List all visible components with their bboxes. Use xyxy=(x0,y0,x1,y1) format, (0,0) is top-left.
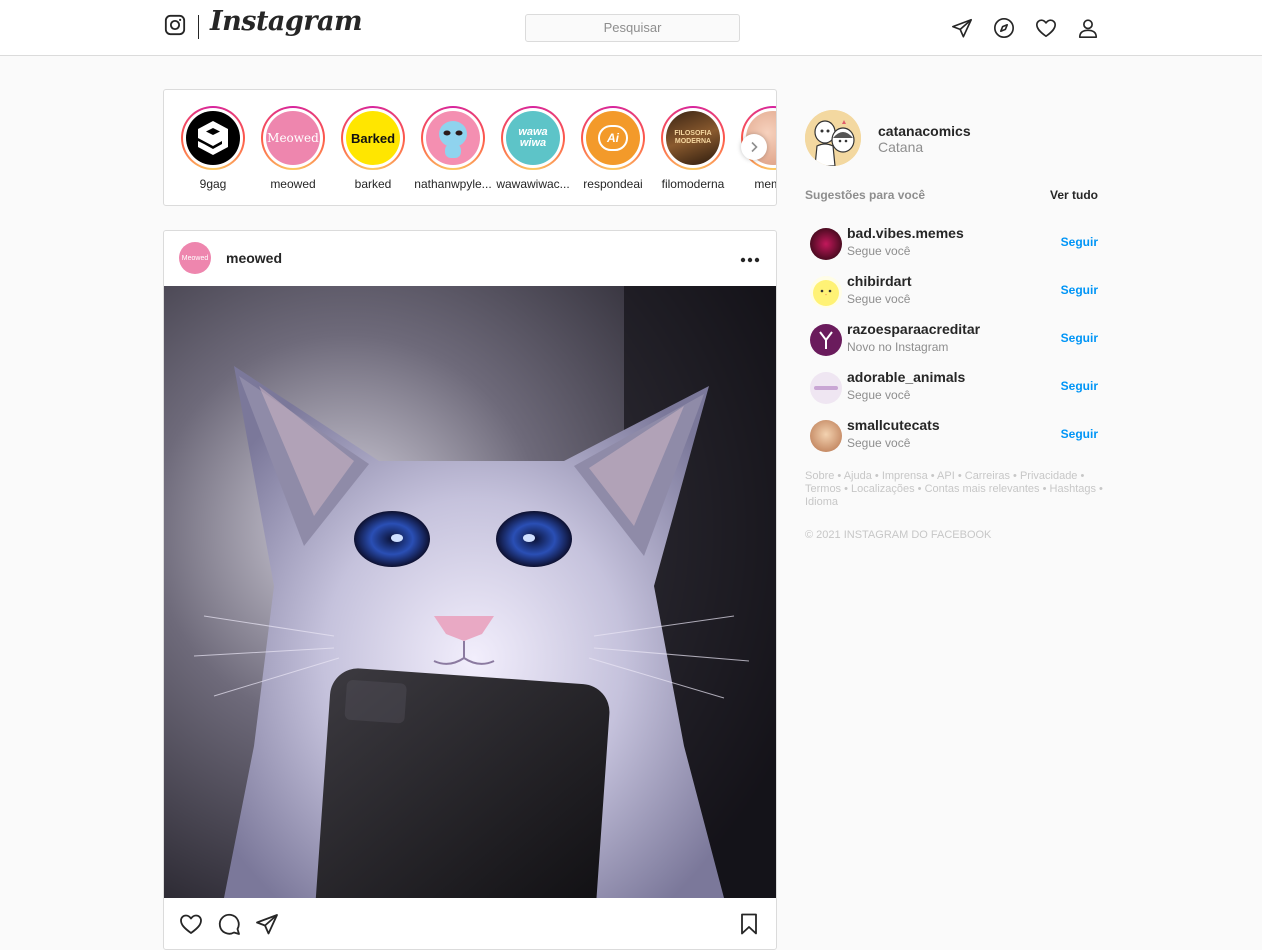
suggestion-avatar[interactable] xyxy=(810,372,842,404)
footer-link[interactable]: Imprensa xyxy=(882,470,928,482)
footer-link[interactable]: Ajuda xyxy=(844,470,872,482)
footer-link[interactable]: Hashtags xyxy=(1050,483,1096,495)
9gag-logo-icon xyxy=(198,121,228,155)
footer-link[interactable]: Privacidade xyxy=(1020,470,1077,482)
profile-icon[interactable] xyxy=(1077,17,1099,39)
stories-tray: 9gag Meowed meowed Barked barked nathanw… xyxy=(163,89,777,206)
activity-heart-icon[interactable] xyxy=(1035,17,1057,39)
story-item[interactable]: FILOSOFIA MODERNA filomoderna xyxy=(653,106,733,191)
footer-link[interactable]: Carreiras xyxy=(965,470,1010,482)
feed-post: Meowed meowed xyxy=(163,230,777,950)
suggestion-row: chibirdart Segue você Seguir xyxy=(805,273,1098,313)
story-avatar: FILOSOFIA MODERNA xyxy=(666,111,720,165)
story-item[interactable]: Barked barked xyxy=(333,106,413,191)
story-username: meowed xyxy=(270,177,316,191)
suggestion-subtitle: Novo no Instagram xyxy=(847,340,949,354)
story-username: respondeai xyxy=(583,177,643,191)
chick-illustration xyxy=(813,280,839,306)
save-bookmark-icon[interactable] xyxy=(737,912,761,936)
catana-avatar-illustration xyxy=(805,110,861,166)
story-item[interactable]: wawa wiwa wawawiwac... xyxy=(493,106,573,191)
story-item[interactable]: Ai respondeai xyxy=(573,106,653,191)
suggestion-row: adorable_animals Segue você Seguir xyxy=(805,369,1098,409)
footer-link[interactable]: Sobre xyxy=(805,470,834,482)
suggestion-avatar[interactable] xyxy=(810,276,842,308)
current-user-username[interactable]: catanacomics xyxy=(878,123,971,139)
footer-link[interactable]: Idioma xyxy=(805,496,838,508)
comment-icon[interactable] xyxy=(217,912,241,936)
suggestion-avatar[interactable] xyxy=(810,228,842,260)
follow-button[interactable]: Seguir xyxy=(1061,379,1098,393)
chevron-right-icon xyxy=(751,141,758,153)
suggestion-subtitle: Segue você xyxy=(847,292,911,306)
story-avatar: Barked xyxy=(346,111,400,165)
share-icon[interactable] xyxy=(255,912,279,936)
instagram-glyph-icon[interactable] xyxy=(164,14,186,36)
suggestion-username[interactable]: bad.vibes.memes xyxy=(847,225,964,241)
story-username: memer xyxy=(754,177,776,191)
suggestion-avatar[interactable] xyxy=(810,324,842,356)
copyright-text: © 2021 INSTAGRAM DO FACEBOOK xyxy=(805,529,992,541)
footer-link[interactable]: API xyxy=(937,470,955,482)
cat-with-phone-illustration xyxy=(164,286,776,898)
footer-link[interactable]: Localizações xyxy=(851,483,915,495)
suggestion-row: razoesparaacreditar Novo no Instagram Se… xyxy=(805,321,1098,361)
story-username: wawawiwac... xyxy=(496,177,570,191)
current-user-avatar[interactable] xyxy=(805,110,861,166)
follow-button[interactable]: Seguir xyxy=(1061,427,1098,441)
post-author-username[interactable]: meowed xyxy=(226,250,282,266)
story-username: 9gag xyxy=(199,177,227,191)
story-item[interactable]: nathanwpyle... xyxy=(413,106,493,191)
footer-link[interactable]: Contas mais relevantes xyxy=(925,483,1040,495)
suggestions-heading: Sugestões para você xyxy=(805,188,926,202)
suggestion-username[interactable]: chibirdart xyxy=(847,273,912,289)
footer-link[interactable]: Termos xyxy=(805,483,841,495)
suggestion-subtitle: Segue você xyxy=(847,388,911,402)
more-options-icon[interactable] xyxy=(740,257,760,263)
post-photo[interactable] xyxy=(164,286,776,898)
search-input[interactable]: Pesquisar xyxy=(525,14,740,42)
like-heart-icon[interactable] xyxy=(179,912,203,936)
story-username: nathanwpyle... xyxy=(414,177,492,191)
suggestion-subtitle: Segue você xyxy=(847,244,911,258)
post-header: Meowed meowed xyxy=(164,231,776,287)
story-username: barked xyxy=(354,177,392,191)
post-actions-bar xyxy=(164,908,776,948)
story-avatar: Meowed xyxy=(266,111,320,165)
story-username: filomoderna xyxy=(661,177,725,191)
hummingbird-icon xyxy=(819,331,833,349)
footer-links: Sobre • Ajuda • Imprensa • API • Carreir… xyxy=(805,470,1103,508)
story-item[interactable]: Meowed meowed xyxy=(253,106,333,191)
suggestion-row: bad.vibes.memes Segue você Seguir xyxy=(805,225,1098,265)
suggestion-username[interactable]: razoesparaacreditar xyxy=(847,321,980,337)
suggestion-row: smallcutecats Segue você Seguir xyxy=(805,417,1098,457)
stories-next-button[interactable] xyxy=(741,134,767,160)
suggestion-username[interactable]: adorable_animals xyxy=(847,369,965,385)
story-avatar: wawa wiwa xyxy=(506,111,560,165)
nav-divider xyxy=(198,15,199,39)
suggestion-avatar[interactable] xyxy=(810,420,842,452)
top-navigation-bar: Instagram Pesquisar xyxy=(0,0,1262,56)
suggestion-subtitle: Segue você xyxy=(847,436,911,450)
story-avatar xyxy=(426,111,480,165)
alien-character-icon xyxy=(439,121,467,158)
follow-button[interactable]: Seguir xyxy=(1061,235,1098,249)
post-author-avatar[interactable]: Meowed xyxy=(179,242,211,274)
follow-button[interactable]: Seguir xyxy=(1061,331,1098,345)
story-item[interactable]: 9gag xyxy=(173,106,253,191)
instagram-wordmark-logo[interactable]: Instagram xyxy=(210,6,363,37)
follow-button[interactable]: Seguir xyxy=(1061,283,1098,297)
explore-compass-icon[interactable] xyxy=(993,17,1015,39)
suggestion-username[interactable]: smallcutecats xyxy=(847,417,940,433)
current-user-fullname: Catana xyxy=(878,139,924,155)
speech-bubble-icon: Ai xyxy=(598,125,628,151)
story-avatar xyxy=(186,111,240,165)
story-avatar: Ai xyxy=(586,111,640,165)
see-all-link[interactable]: Ver tudo xyxy=(1000,188,1098,202)
direct-send-icon[interactable] xyxy=(951,17,973,39)
